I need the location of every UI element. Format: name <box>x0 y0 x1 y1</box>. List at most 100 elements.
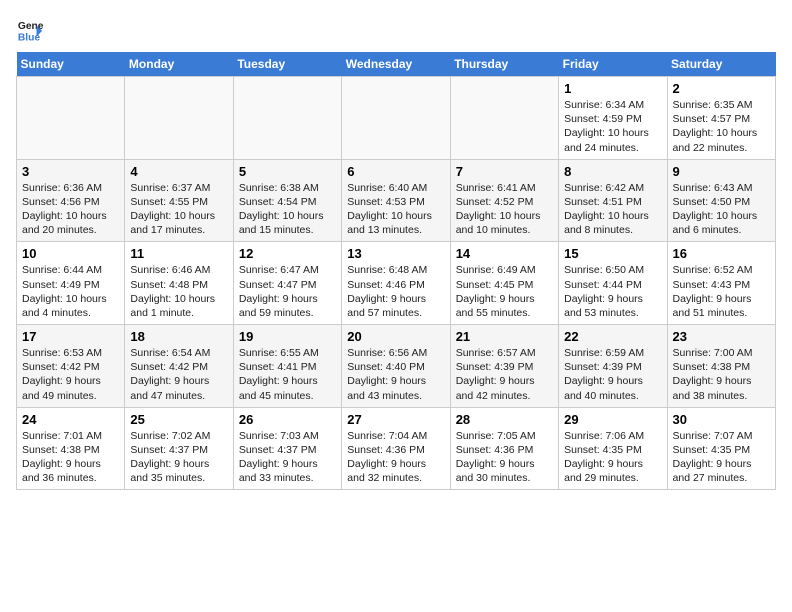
day-info: Sunrise: 6:34 AM Sunset: 4:59 PM Dayligh… <box>564 98 661 155</box>
day-number: 18 <box>130 329 227 344</box>
day-number: 25 <box>130 412 227 427</box>
calendar-cell: 10 Sunrise: 6:44 AM Sunset: 4:49 PM Dayli… <box>17 242 125 325</box>
calendar-cell: 6Sunrise: 6:40 AM Sunset: 4:53 PM Daylig… <box>342 159 450 242</box>
calendar-cell: 23 Sunrise: 7:00 AM Sunset: 4:38 PM Dayli… <box>667 325 775 408</box>
calendar-week-row: 3 Sunrise: 6:36 AM Sunset: 4:56 PM Daylig… <box>17 159 776 242</box>
day-number: 29 <box>564 412 661 427</box>
calendar-body: 1 Sunrise: 6:34 AM Sunset: 4:59 PM Daylig… <box>17 77 776 490</box>
day-info: Sunrise: 6:38 AM Sunset: 4:54 PM Dayligh… <box>239 181 336 238</box>
calendar-cell: 19 Sunrise: 6:55 AM Sunset: 4:41 PM Dayli… <box>233 325 341 408</box>
day-info: Sunrise: 6:52 AM Sunset: 4:43 PM Dayligh… <box>673 263 770 320</box>
day-info: Sunrise: 6:49 AM Sunset: 4:45 PM Dayligh… <box>456 263 553 320</box>
day-info: Sunrise: 6:53 AM Sunset: 4:42 PM Dayligh… <box>22 346 119 403</box>
calendar-week-row: 24 Sunrise: 7:01 AM Sunset: 4:38 PM Dayli… <box>17 407 776 490</box>
day-number: 6 <box>347 164 444 179</box>
day-number: 13 <box>347 246 444 261</box>
calendar-cell: 14 Sunrise: 6:49 AM Sunset: 4:45 PM Dayli… <box>450 242 558 325</box>
calendar-cell: 12 Sunrise: 6:47 AM Sunset: 4:47 PM Dayli… <box>233 242 341 325</box>
calendar-week-row: 1 Sunrise: 6:34 AM Sunset: 4:59 PM Daylig… <box>17 77 776 160</box>
day-info: Sunrise: 6:35 AM Sunset: 4:57 PM Dayligh… <box>673 98 770 155</box>
day-info: Sunrise: 6:59 AM Sunset: 4:39 PM Dayligh… <box>564 346 661 403</box>
day-number: 14 <box>456 246 553 261</box>
weekday-header: Friday <box>559 52 667 77</box>
day-info: Sunrise: 6:46 AM Sunset: 4:48 PM Dayligh… <box>130 263 227 320</box>
day-number: 9 <box>673 164 770 179</box>
day-info: Sunrise: 6:44 AM Sunset: 4:49 PM Dayligh… <box>22 263 119 320</box>
day-number: 8 <box>564 164 661 179</box>
day-info: Sunrise: 7:07 AM Sunset: 4:35 PM Dayligh… <box>673 429 770 486</box>
weekday-header: Monday <box>125 52 233 77</box>
day-info: Sunrise: 6:50 AM Sunset: 4:44 PM Dayligh… <box>564 263 661 320</box>
calendar-cell: 13 Sunrise: 6:48 AM Sunset: 4:46 PM Dayli… <box>342 242 450 325</box>
day-number: 10 <box>22 246 119 261</box>
calendar-cell: 27 Sunrise: 7:04 AM Sunset: 4:36 PM Dayli… <box>342 407 450 490</box>
weekday-header: Thursday <box>450 52 558 77</box>
day-number: 27 <box>347 412 444 427</box>
weekday-header: Sunday <box>17 52 125 77</box>
page-header: General Blue <box>16 16 776 44</box>
day-number: 12 <box>239 246 336 261</box>
day-number: 30 <box>673 412 770 427</box>
day-number: 16 <box>673 246 770 261</box>
calendar-cell: 21 Sunrise: 6:57 AM Sunset: 4:39 PM Dayli… <box>450 325 558 408</box>
day-number: 20 <box>347 329 444 344</box>
calendar-cell <box>342 77 450 160</box>
calendar-cell <box>450 77 558 160</box>
calendar-cell <box>233 77 341 160</box>
calendar-cell: 7Sunrise: 6:41 AM Sunset: 4:52 PM Daylig… <box>450 159 558 242</box>
calendar-cell: 5 Sunrise: 6:38 AM Sunset: 4:54 PM Daylig… <box>233 159 341 242</box>
calendar-header: SundayMondayTuesdayWednesdayThursdayFrid… <box>17 52 776 77</box>
calendar-week-row: 10 Sunrise: 6:44 AM Sunset: 4:49 PM Dayli… <box>17 242 776 325</box>
day-info: Sunrise: 7:03 AM Sunset: 4:37 PM Dayligh… <box>239 429 336 486</box>
calendar-cell: 1 Sunrise: 6:34 AM Sunset: 4:59 PM Daylig… <box>559 77 667 160</box>
day-number: 21 <box>456 329 553 344</box>
calendar-cell: 4 Sunrise: 6:37 AM Sunset: 4:55 PM Daylig… <box>125 159 233 242</box>
calendar-cell: 8Sunrise: 6:42 AM Sunset: 4:51 PM Daylig… <box>559 159 667 242</box>
day-info: Sunrise: 6:55 AM Sunset: 4:41 PM Dayligh… <box>239 346 336 403</box>
day-info: Sunrise: 6:57 AM Sunset: 4:39 PM Dayligh… <box>456 346 553 403</box>
calendar-cell: 25 Sunrise: 7:02 AM Sunset: 4:37 PM Dayli… <box>125 407 233 490</box>
day-number: 4 <box>130 164 227 179</box>
day-number: 19 <box>239 329 336 344</box>
weekday-header: Tuesday <box>233 52 341 77</box>
day-number: 5 <box>239 164 336 179</box>
day-number: 7 <box>456 164 553 179</box>
day-info: Sunrise: 6:36 AM Sunset: 4:56 PM Dayligh… <box>22 181 119 238</box>
day-info: Sunrise: 6:43 AM Sunset: 4:50 PM Dayligh… <box>673 181 770 238</box>
calendar-cell: 11 Sunrise: 6:46 AM Sunset: 4:48 PM Dayli… <box>125 242 233 325</box>
day-number: 24 <box>22 412 119 427</box>
calendar-cell: 28Sunrise: 7:05 AM Sunset: 4:36 PM Dayli… <box>450 407 558 490</box>
day-number: 15 <box>564 246 661 261</box>
day-number: 17 <box>22 329 119 344</box>
calendar-week-row: 17 Sunrise: 6:53 AM Sunset: 4:42 PM Dayli… <box>17 325 776 408</box>
day-number: 1 <box>564 81 661 96</box>
day-info: Sunrise: 7:01 AM Sunset: 4:38 PM Dayligh… <box>22 429 119 486</box>
day-info: Sunrise: 7:04 AM Sunset: 4:36 PM Dayligh… <box>347 429 444 486</box>
calendar-cell: 2 Sunrise: 6:35 AM Sunset: 4:57 PM Daylig… <box>667 77 775 160</box>
weekday-header: Saturday <box>667 52 775 77</box>
calendar-cell <box>17 77 125 160</box>
day-info: Sunrise: 6:54 AM Sunset: 4:42 PM Dayligh… <box>130 346 227 403</box>
calendar-cell: 15 Sunrise: 6:50 AM Sunset: 4:44 PM Dayli… <box>559 242 667 325</box>
day-info: Sunrise: 7:02 AM Sunset: 4:37 PM Dayligh… <box>130 429 227 486</box>
calendar-cell: 22Sunrise: 6:59 AM Sunset: 4:39 PM Dayli… <box>559 325 667 408</box>
calendar-cell: 24 Sunrise: 7:01 AM Sunset: 4:38 PM Dayli… <box>17 407 125 490</box>
weekday-header: Wednesday <box>342 52 450 77</box>
day-number: 23 <box>673 329 770 344</box>
calendar-cell: 3 Sunrise: 6:36 AM Sunset: 4:56 PM Daylig… <box>17 159 125 242</box>
logo-icon: General Blue <box>16 16 44 44</box>
calendar-cell: 26 Sunrise: 7:03 AM Sunset: 4:37 PM Dayli… <box>233 407 341 490</box>
day-number: 26 <box>239 412 336 427</box>
calendar-cell: 20Sunrise: 6:56 AM Sunset: 4:40 PM Dayli… <box>342 325 450 408</box>
day-info: Sunrise: 6:37 AM Sunset: 4:55 PM Dayligh… <box>130 181 227 238</box>
calendar-cell: 29Sunrise: 7:06 AM Sunset: 4:35 PM Dayli… <box>559 407 667 490</box>
day-info: Sunrise: 6:47 AM Sunset: 4:47 PM Dayligh… <box>239 263 336 320</box>
day-number: 3 <box>22 164 119 179</box>
day-number: 2 <box>673 81 770 96</box>
day-info: Sunrise: 7:05 AM Sunset: 4:36 PM Dayligh… <box>456 429 553 486</box>
calendar-cell: 9 Sunrise: 6:43 AM Sunset: 4:50 PM Daylig… <box>667 159 775 242</box>
day-number: 11 <box>130 246 227 261</box>
day-info: Sunrise: 6:48 AM Sunset: 4:46 PM Dayligh… <box>347 263 444 320</box>
day-info: Sunrise: 7:00 AM Sunset: 4:38 PM Dayligh… <box>673 346 770 403</box>
calendar-cell: 16 Sunrise: 6:52 AM Sunset: 4:43 PM Dayli… <box>667 242 775 325</box>
